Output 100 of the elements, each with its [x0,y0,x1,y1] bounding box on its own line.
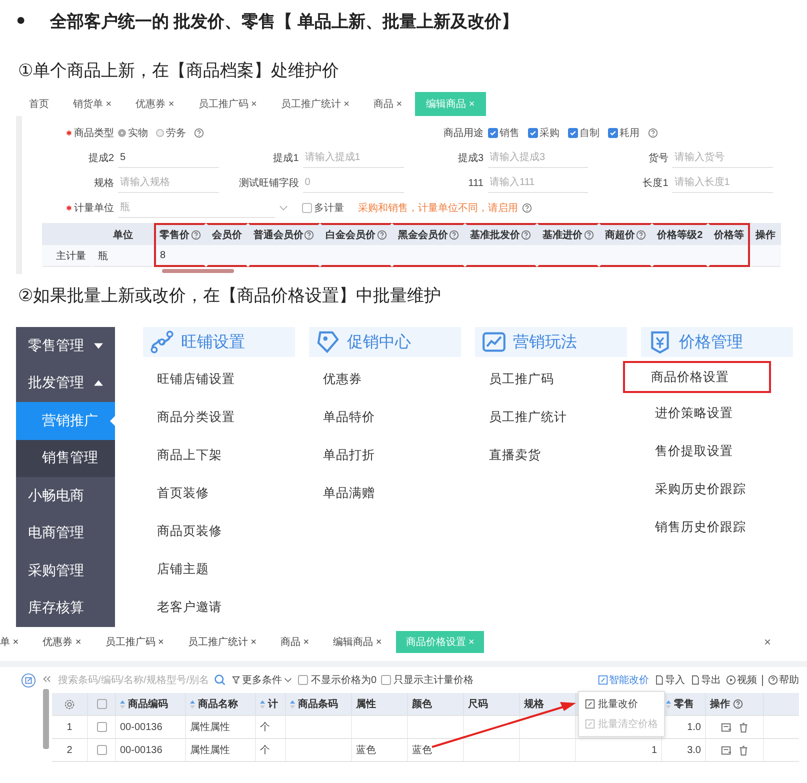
menu-item[interactable]: 旺铺店铺设置 [151,367,241,391]
radio-option[interactable]: 劳务 [156,126,186,140]
tab[interactable]: 员工推广统计 × [270,92,360,116]
sidebar-item[interactable]: 小畅电商 [16,477,115,514]
trash-icon[interactable] [738,722,748,732]
menu-item[interactable]: 商品分类设置 [151,405,241,429]
column-header: 会员价 [212,228,242,242]
menu-item[interactable]: 单品打折 [317,443,381,467]
hint-text: 采购和销售，计量单位不同，请启用 [358,202,518,215]
chevron-icon[interactable] [278,205,288,211]
checkbox-option[interactable]: 只显示主计量价格 [380,673,474,687]
sort-icon[interactable] [290,700,295,708]
menu-item[interactable]: 商品价格设置 [623,361,771,393]
table-cell-text: 蓝色 [412,744,432,757]
checkbox-option[interactable]: 销售 [488,126,520,140]
menu-item[interactable]: 进价策略设置 [649,401,739,425]
menu-item[interactable]: 采购历史价跟踪 [649,477,752,501]
input-field[interactable]: 请输入长度1 [672,174,773,192]
tab[interactable]: 单 × [0,631,29,653]
column-header: 基准进价 [542,228,583,242]
checkbox-option[interactable]: 多计量 [302,201,344,215]
menu-item[interactable]: 直播卖货 [483,443,547,467]
edit-icon[interactable] [21,673,36,688]
collapse-icon[interactable] [42,675,50,683]
checkbox[interactable] [96,745,106,755]
field-label: 提成2 [88,152,114,165]
toolbar-button[interactable]: 帮助 [768,673,799,687]
sort-icon[interactable] [190,700,195,708]
checkbox[interactable] [96,722,106,732]
column-header: 零售价 [160,228,190,242]
filter-button[interactable]: 更多条件 [230,673,294,687]
checkbox[interactable] [96,699,106,709]
close-button[interactable]: × [758,631,777,653]
sort-icon[interactable] [120,700,125,708]
menu-item[interactable]: 单品特价 [317,405,381,429]
menu-item[interactable]: 员工推广统计 [483,405,573,429]
toolbar-button[interactable]: 导入 [654,673,685,687]
checkbox-option[interactable]: 耗用 [608,126,640,140]
menu-item[interactable]: 售价提取设置 [649,439,739,463]
input-field[interactable]: 请输入规格 [118,174,219,192]
edit-icon[interactable] [720,744,732,756]
sidebar-item[interactable]: 批发管理 [16,364,115,402]
sidebar-item[interactable]: 零售管理 [16,327,115,364]
settings-icon[interactable] [64,698,75,710]
trash-icon[interactable] [738,744,748,756]
menu-item[interactable]: 优惠券 [317,367,368,391]
tab[interactable]: 商品 × [270,631,320,653]
sidebar-item[interactable]: 销售管理 [16,440,115,477]
table-cell: 2 [66,744,72,756]
tab[interactable]: 销货单 × [62,92,123,116]
column-header: 计 [268,698,278,711]
sort-icon[interactable] [260,700,265,708]
column-header: 商品编码 [128,697,168,711]
toolbar-button[interactable]: 智能改价 [598,673,649,687]
tab[interactable]: 员工推广码 × [187,92,268,116]
tab[interactable]: 优惠券 × [124,92,186,116]
toolbar-button[interactable]: 导出 [690,673,721,687]
field-label: 商品类型 [74,126,114,140]
scrollbar-thumb[interactable] [43,689,49,749]
menu-item[interactable]: 首页装修 [151,481,215,505]
column-header: 白金会员价 [326,228,376,242]
tab[interactable]: 员工推广统计 × [178,631,266,653]
menu-item[interactable]: 单品满赠 [317,481,381,505]
field-label: 商品用途 [444,126,484,140]
input-field[interactable]: 请输入货号 [672,148,773,168]
input-field[interactable]: 请输入提成3 [488,148,588,168]
tab[interactable]: 编辑商品 × [323,631,392,653]
column-header: 商超价 [604,228,635,242]
checkbox-option[interactable]: 不显示价格为0 [298,673,377,687]
checkbox-option[interactable]: 采购 [528,126,560,140]
sidebar-item[interactable]: 采购管理 [16,552,115,590]
table-cell-text: 蓝色 [356,744,376,757]
play-icon [726,675,736,685]
tab[interactable]: 优惠券 × [32,631,92,653]
menu-item[interactable]: 商品页装修 [151,519,228,543]
checkmark-icon [568,129,576,137]
edit-icon[interactable] [720,722,732,732]
scrollbar-thumb[interactable] [162,269,234,273]
field-label: 货号 [648,152,668,165]
tab[interactable]: 员工推广码 × [95,631,174,653]
input-field[interactable]: 请输入提成1 [302,148,404,168]
menu-item[interactable]: 商品上下架 [151,443,228,467]
checkbox-option[interactable]: 自制 [568,126,600,140]
sidebar-item[interactable]: 电商管理 [16,514,115,552]
input-field[interactable]: 请输入111 [488,174,588,192]
select-field[interactable]: 瓶 [118,198,275,218]
sort-icon[interactable] [666,700,671,708]
menu-item[interactable]: 销售历史价跟踪 [649,515,752,539]
menu-item[interactable]: 员工推广码 [483,367,560,391]
tab[interactable]: 首页 [18,92,60,116]
menu-item[interactable]: 批量改价 [579,694,664,714]
column-header: 单位 [113,228,133,242]
radio-option[interactable]: 实物 [118,126,148,140]
toolbar-button[interactable]: 视频 [726,673,757,687]
table-cell: 00-00136 [120,722,162,732]
menu-item[interactable]: 店铺主题 [151,557,215,581]
tab[interactable]: 商品 × [362,92,414,116]
sidebar-item[interactable]: 库存核算 [16,590,115,627]
filter-icon [232,676,240,684]
menu-item[interactable]: 老客户邀请 [151,595,228,619]
